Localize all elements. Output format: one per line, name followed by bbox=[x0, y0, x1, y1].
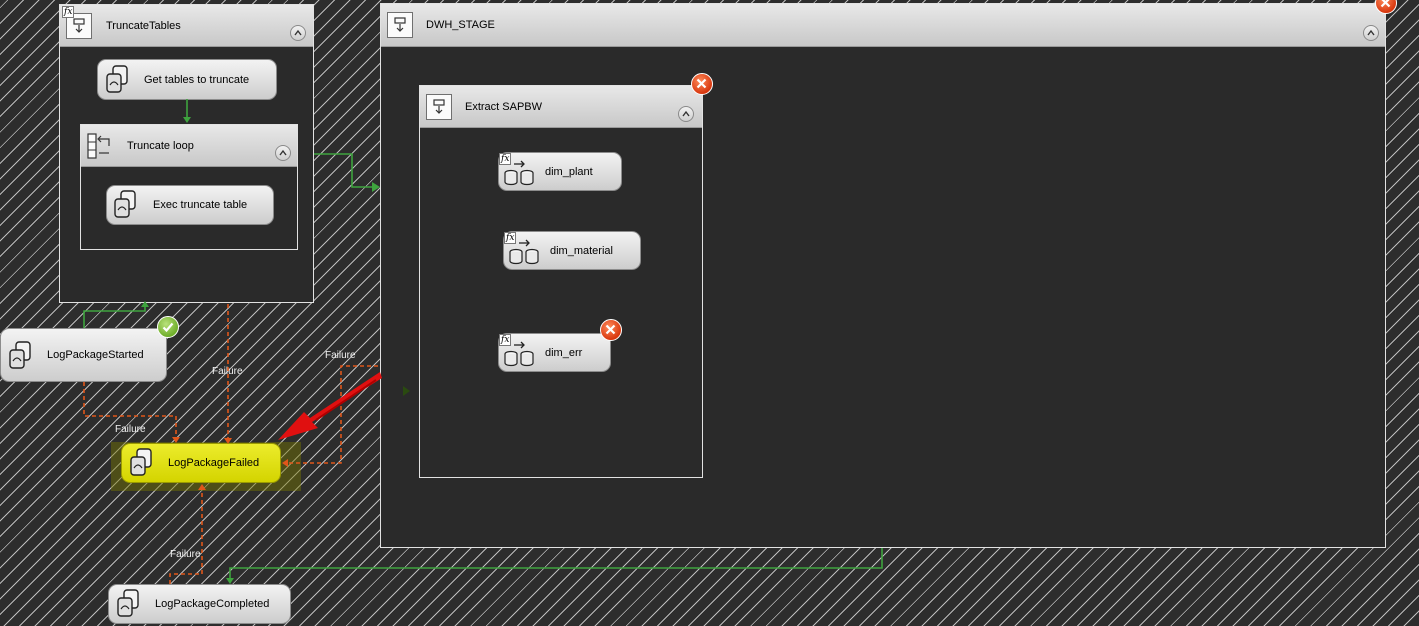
container-header[interactable]: Truncate loop bbox=[81, 125, 297, 167]
execute-sql-task-icon bbox=[117, 589, 139, 617]
failure-constraint[interactable] bbox=[287, 365, 378, 464]
failure-constraint-label: Failure bbox=[115, 424, 146, 435]
container-dwh-stage[interactable]: DWH_STAGE Extract SAPBW fx dim_plant fx … bbox=[380, 3, 1386, 548]
task-label: dim_err bbox=[545, 347, 583, 359]
chevron-up-icon[interactable] bbox=[678, 106, 694, 122]
container-header[interactable]: fx TruncateTables bbox=[60, 5, 313, 47]
error-icon bbox=[691, 73, 713, 95]
task-dim-plant[interactable]: fx dim_plant bbox=[498, 152, 622, 191]
success-check-icon bbox=[157, 316, 179, 338]
chevron-up-icon[interactable] bbox=[290, 25, 306, 41]
task-dim-material[interactable]: fx dim_material bbox=[503, 231, 641, 270]
data-flow-task-icon bbox=[509, 239, 539, 265]
execute-sql-task-icon bbox=[9, 341, 31, 369]
task-label: LogPackageStarted bbox=[47, 349, 144, 361]
failure-constraint-label: Failure bbox=[325, 350, 356, 361]
design-surface[interactable]: fx TruncateTables Get tables to truncate bbox=[0, 0, 1419, 626]
data-flow-task-icon bbox=[504, 160, 534, 186]
execute-sql-task-icon bbox=[130, 448, 152, 476]
execute-sql-task-icon bbox=[106, 65, 128, 93]
error-icon bbox=[600, 319, 622, 341]
container-truncate-tables[interactable]: fx TruncateTables Get tables to truncate bbox=[59, 4, 314, 303]
task-label: dim_material bbox=[550, 245, 613, 257]
task-log-package-completed[interactable]: LogPackageCompleted bbox=[108, 584, 291, 624]
task-log-package-failed[interactable]: LogPackageFailed bbox=[121, 443, 281, 483]
task-log-package-started[interactable]: LogPackageStarted bbox=[0, 328, 167, 382]
sequence-container-icon bbox=[426, 94, 452, 120]
task-label: dim_plant bbox=[545, 166, 593, 178]
expression-fx-icon: fx bbox=[62, 6, 75, 18]
data-flow-task-icon bbox=[504, 341, 534, 367]
container-title: Extract SAPBW bbox=[465, 101, 543, 113]
task-exec-truncate-table[interactable]: Exec truncate table bbox=[106, 185, 274, 225]
chevron-up-icon[interactable] bbox=[275, 145, 291, 161]
task-label: Get tables to truncate bbox=[144, 74, 250, 86]
container-header[interactable]: Extract SAPBW bbox=[420, 86, 702, 128]
container-title: DWH_STAGE bbox=[426, 19, 495, 31]
container-title: TruncateTables bbox=[106, 20, 181, 32]
container-extract-sapbw[interactable]: Extract SAPBW fx dim_plant fx dim_materi… bbox=[419, 85, 703, 478]
container-truncate-loop[interactable]: Truncate loop Exec truncate table bbox=[80, 124, 298, 250]
task-label: Exec truncate table bbox=[153, 199, 248, 211]
arrowhead bbox=[372, 182, 380, 192]
success-constraint[interactable] bbox=[314, 153, 372, 188]
container-title: Truncate loop bbox=[127, 140, 194, 152]
task-label: LogPackageFailed bbox=[168, 457, 260, 469]
foreach-loop-icon bbox=[87, 133, 110, 159]
chevron-up-icon[interactable] bbox=[1363, 25, 1379, 41]
failure-constraint[interactable] bbox=[169, 488, 203, 584]
success-constraint[interactable] bbox=[229, 548, 883, 582]
task-dim-err[interactable]: fx dim_err bbox=[498, 333, 611, 372]
task-label: LogPackageCompleted bbox=[155, 598, 270, 610]
container-header[interactable]: DWH_STAGE bbox=[381, 4, 1385, 47]
task-get-tables-to-truncate[interactable]: Get tables to truncate bbox=[97, 59, 277, 100]
sequence-container-icon bbox=[387, 12, 413, 38]
execute-sql-task-icon bbox=[114, 190, 136, 218]
success-constraint[interactable] bbox=[83, 305, 146, 328]
